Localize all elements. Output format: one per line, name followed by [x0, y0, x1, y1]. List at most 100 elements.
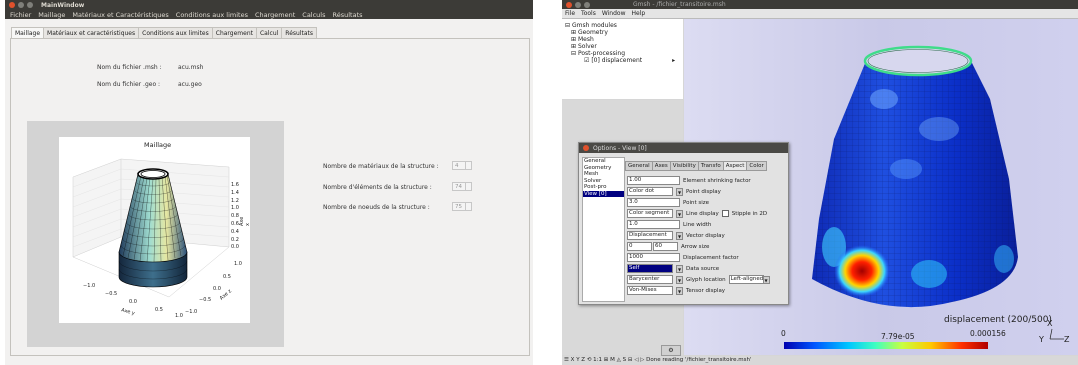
z-tick: 1.0	[231, 205, 239, 212]
z-tick: 1.4	[231, 189, 239, 196]
menu-help[interactable]: Help	[632, 10, 646, 17]
tree-view-label: [0] displacement	[591, 57, 643, 64]
stipple-label: Stipple in 2D	[731, 210, 768, 217]
geo-value: acu.geo	[178, 81, 202, 88]
row-point-display: Color dot ▼ Point display	[627, 187, 721, 196]
tab-visibility[interactable]: Visibility	[669, 161, 699, 171]
point-size-input[interactable]: 3.0	[627, 198, 680, 207]
point-size-label: Point size	[683, 199, 710, 206]
arrow-size-max-input[interactable]: 60	[653, 242, 678, 251]
tab-axes[interactable]: Axes	[651, 161, 671, 171]
tree-item-label: Geometry	[577, 29, 608, 36]
x-tick: 0.0	[129, 299, 137, 305]
menu-conditions[interactable]: Conditions aux limites	[176, 11, 248, 19]
row-vector-display: Displacement ▼ Vector display	[627, 231, 725, 240]
line-display-label: Line display	[686, 210, 719, 217]
dropdown-arrow-icon[interactable]: ▼	[676, 187, 683, 196]
dialog-close-button[interactable]	[583, 145, 589, 151]
expand-icon[interactable]: ⊞	[571, 43, 576, 50]
arrow-size-min-input[interactable]: 0	[627, 242, 652, 251]
glyph-location-select[interactable]: Barycenter	[627, 275, 673, 284]
close-button[interactable]	[566, 1, 572, 8]
line-display-select[interactable]: Color segment	[627, 209, 673, 218]
z-tick-labels: 1.6 1.4 1.2 1.0 0.8 0.6 0.4 0.2 0.0	[231, 182, 239, 252]
menu-window[interactable]: Window	[602, 10, 626, 17]
tensor-display-select[interactable]: Von-Mises	[627, 286, 673, 295]
mesh-plot-area: Maillage 1.6 1.4 1.2 1.0 0.8 0.6 0.4 0.2…	[27, 121, 284, 347]
dropdown-arrow-icon[interactable]: ▼	[676, 231, 683, 240]
dropdown-arrow-icon[interactable]: ▼	[676, 286, 683, 295]
menu-tools[interactable]: Tools	[581, 10, 596, 17]
geo-label: Nom du fichier .geo :	[97, 81, 161, 88]
tensor-display-label: Tensor display	[686, 287, 726, 294]
menu-materiaux[interactable]: Matériaux et Caractéristiques	[72, 11, 168, 19]
menu-calculs[interactable]: Calculs	[302, 11, 325, 19]
spin-arrows-icon[interactable]	[465, 203, 471, 210]
menu-fichier[interactable]: Fichier	[10, 11, 31, 19]
point-display-select[interactable]: Color dot	[627, 187, 673, 196]
tree-item-mesh[interactable]: ⊞ Mesh	[571, 36, 594, 43]
menu-resultats[interactable]: Résultats	[333, 11, 363, 19]
options-dialog-title-bar: Options - View [0]	[579, 143, 788, 153]
status-bar: ☰ X Y Z ⟲ 1:1 ⊞ M ◬ S ⊟ ◁ ▷ Done reading…	[562, 356, 1078, 365]
close-button[interactable]	[9, 2, 15, 8]
tab-transfo[interactable]: Transfo	[697, 161, 724, 171]
dropdown-arrow-icon[interactable]: ▼	[676, 209, 683, 218]
dropdown-arrow-icon[interactable]: ▼	[676, 275, 683, 284]
minimize-button[interactable]	[18, 2, 24, 8]
menu-chargement[interactable]: Chargement	[255, 11, 295, 19]
elements-spinbox[interactable]: 74	[452, 182, 472, 191]
expand-icon[interactable]: ⊞	[571, 36, 576, 43]
glyph-align-select[interactable]: Left-aligned	[728, 275, 764, 284]
data-source-select[interactable]: Self	[627, 264, 673, 273]
shrink-input[interactable]: 1.00	[627, 176, 680, 185]
tab-general[interactable]: General	[625, 161, 653, 171]
materials-spinbox[interactable]: 4	[452, 161, 472, 170]
maximize-button[interactable]	[27, 2, 33, 8]
displacement-factor-input[interactable]: 1000	[627, 253, 680, 262]
row-line-display: Color segment ▼ Line display Stipple in …	[627, 209, 767, 218]
category-view-0[interactable]: View [0]	[583, 190, 624, 197]
elements-label: Nombre d'éléments de la structure :	[323, 184, 432, 191]
tree-item-post-processing[interactable]: ⊟ Post-processing	[571, 50, 625, 57]
vector-display-label: Vector display	[686, 232, 725, 239]
spin-arrows-icon[interactable]	[465, 162, 471, 169]
row-glyph-location: Barycenter ▼ Glyph location Left-aligned…	[627, 275, 770, 284]
materials-value: 4	[455, 163, 459, 169]
menu-maillage[interactable]: Maillage	[38, 11, 65, 19]
status-message: Done reading '/fichier_transitoire.msh'	[646, 357, 752, 363]
tree-item-view[interactable]: ☑ [0] displacement ▸	[584, 57, 675, 64]
spin-arrows-icon[interactable]	[465, 183, 471, 190]
dropdown-arrow-icon[interactable]: ▼	[762, 275, 770, 284]
materials-label: Nombre de matériaux de la structure :	[323, 163, 439, 170]
tab-color[interactable]: Color	[746, 161, 767, 171]
tab-aspect[interactable]: Aspect	[722, 161, 748, 171]
line-width-input[interactable]: 1.0	[627, 220, 680, 229]
plot-title: Maillage	[144, 141, 172, 149]
x-tick: 1.0	[175, 313, 183, 319]
collapse-icon[interactable]: ⊟	[565, 22, 570, 29]
arrow-right-icon[interactable]: ▸	[672, 57, 675, 64]
stipple-checkbox[interactable]	[721, 210, 729, 217]
z-tick: 0.8	[231, 213, 239, 220]
maximize-button[interactable]	[584, 1, 590, 8]
z-tick: 0.6	[231, 220, 239, 227]
msh-value: acu.msh	[178, 64, 204, 71]
tree-item-solver[interactable]: ⊞ Solver	[571, 43, 597, 50]
collapse-icon[interactable]: ⊟	[571, 50, 576, 57]
status-toolbar-icons[interactable]: ☰ X Y Z ⟲ 1:1 ⊞ M ◬ S ⊟ ◁ ▷	[564, 357, 644, 363]
nodes-label: Nombre de noeuds de la structure :	[323, 204, 430, 211]
msh-label: Nom du fichier .msh :	[97, 64, 162, 71]
minimize-button[interactable]	[575, 1, 581, 8]
nodes-spinbox[interactable]: 75	[452, 202, 472, 211]
dropdown-arrow-icon[interactable]: ▼	[676, 264, 683, 273]
tree-root[interactable]: ⊟ Gmsh modules	[565, 22, 617, 29]
z-axis-label: Axe x	[239, 216, 251, 226]
expand-icon[interactable]: ⊞	[571, 29, 576, 36]
checkbox-icon[interactable]: ☑	[584, 57, 589, 64]
tree-item-geometry[interactable]: ⊞ Geometry	[571, 29, 608, 36]
tree-item-label: Mesh	[577, 36, 594, 43]
gear-icon[interactable]: ⚙	[661, 345, 681, 356]
vector-display-select[interactable]: Displacement	[627, 231, 673, 240]
menu-file[interactable]: File	[565, 10, 575, 17]
